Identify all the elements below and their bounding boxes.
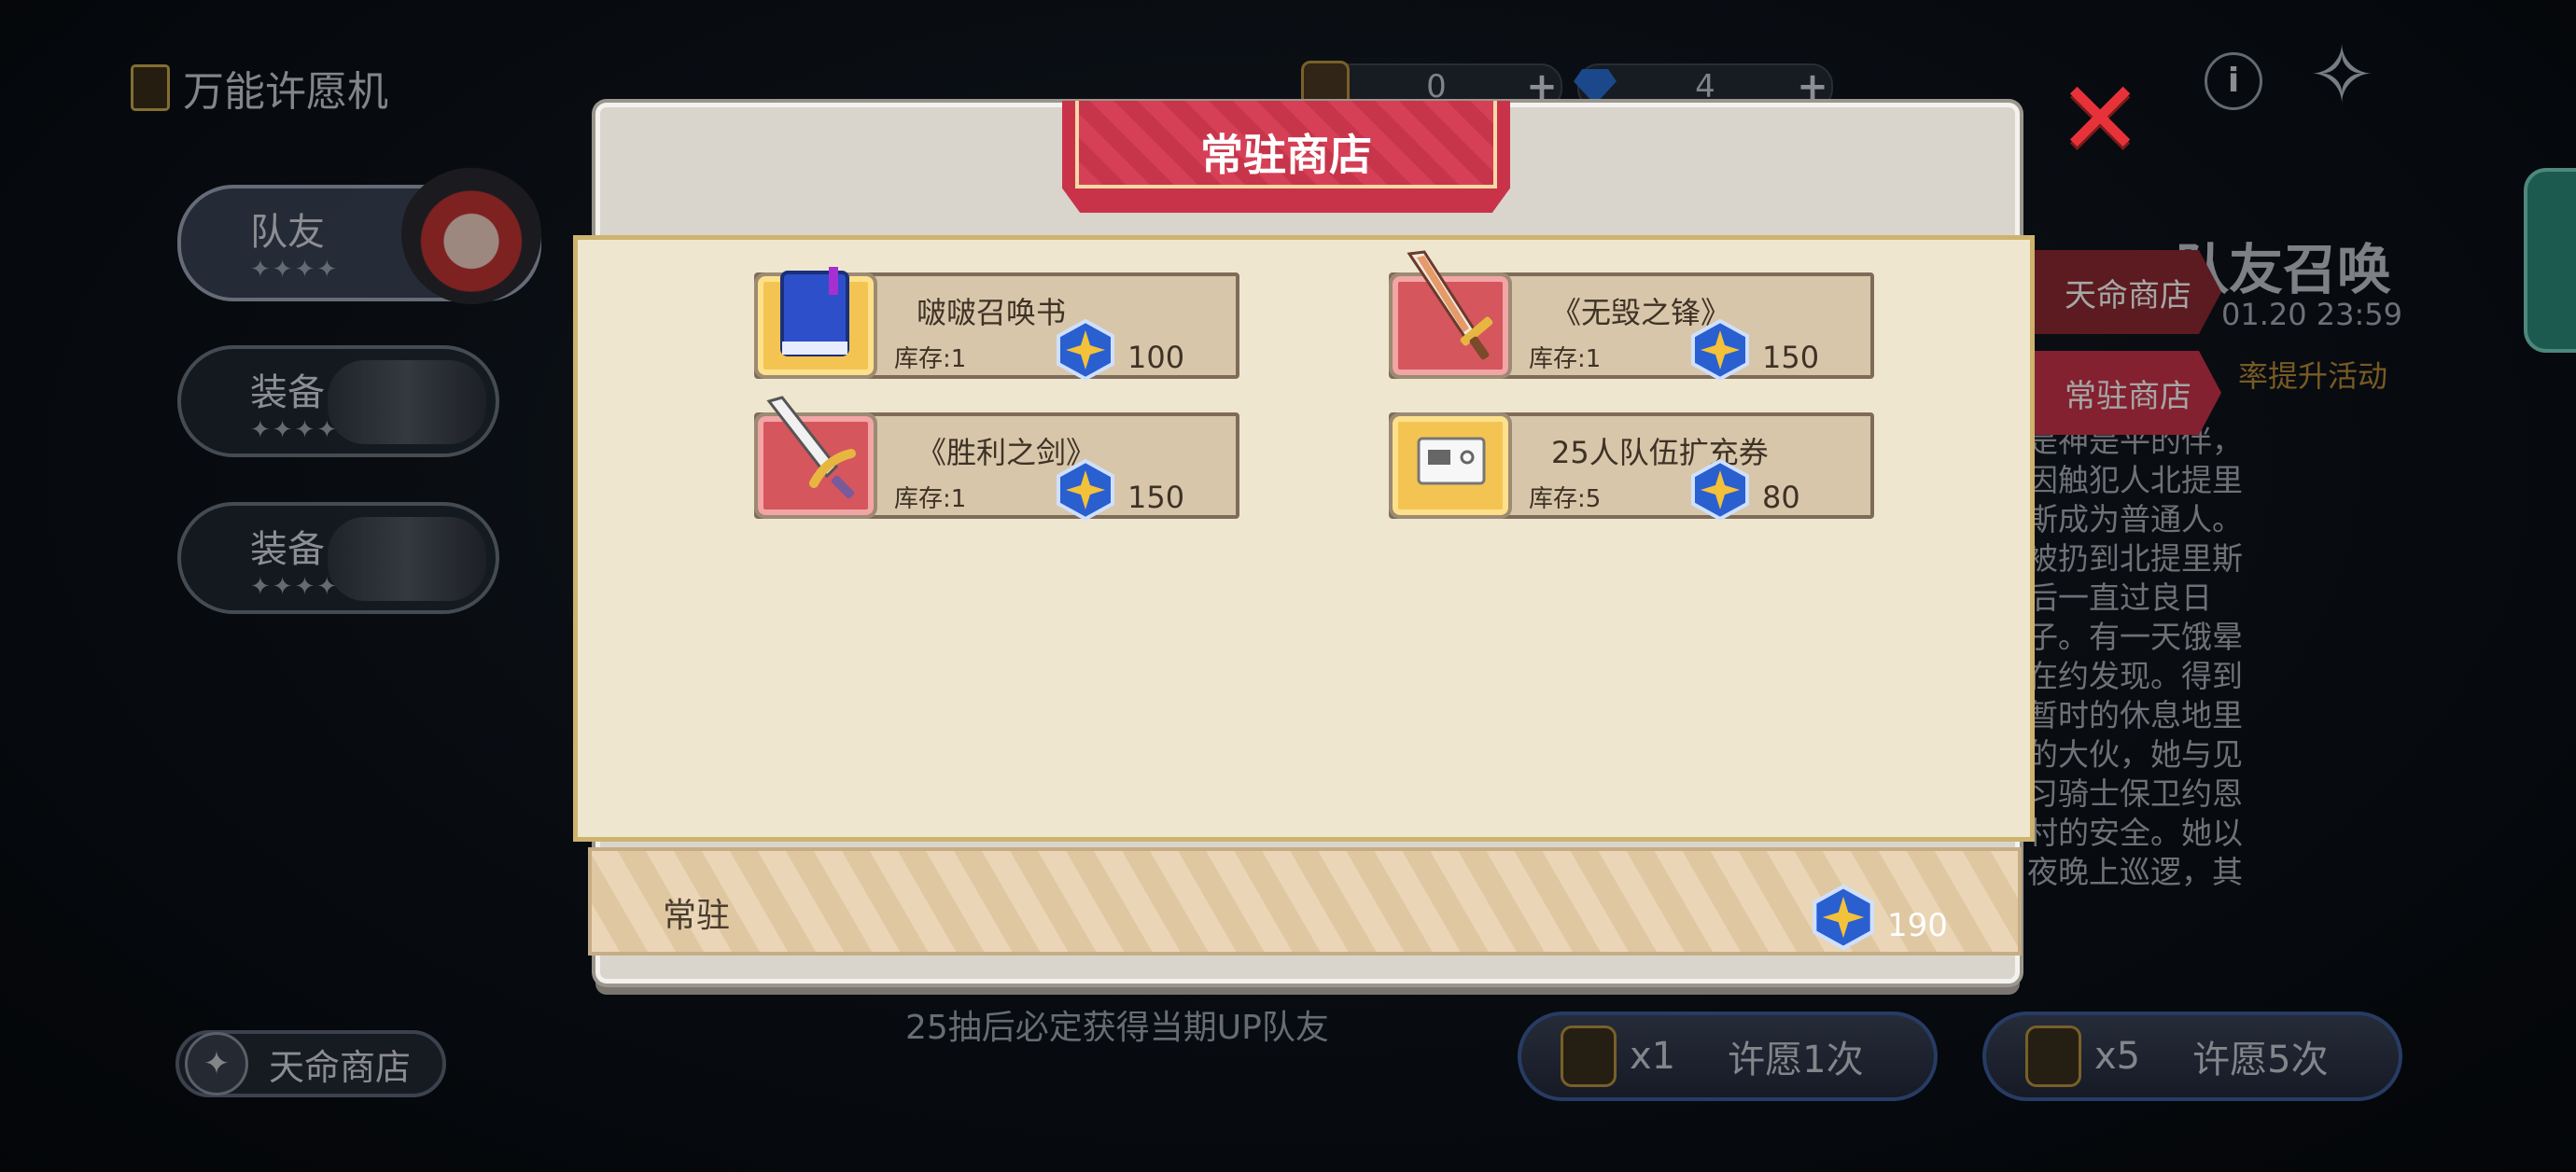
shop-category-label: 常驻 — [663, 897, 731, 935]
shop-item[interactable]: 《无毁之锋》 库存:1 150 — [1389, 250, 1874, 381]
shop-item[interactable]: 啵啵召唤书 库存:1 100 — [754, 267, 1239, 381]
shop-item[interactable]: 25人队伍扩充券 库存:5 80 — [1389, 412, 1874, 521]
sword-icon — [766, 396, 856, 499]
star-gem-icon — [1057, 459, 1114, 521]
close-button[interactable]: ✕ — [2057, 67, 2143, 170]
star-gem-icon — [1057, 319, 1114, 381]
ticket-icon — [1417, 437, 1486, 485]
star-gem-icon — [1691, 459, 1749, 521]
sword-icon — [1407, 250, 1493, 360]
shop-currency-balance: 190 — [1887, 907, 1948, 944]
shop-footer — [588, 847, 2022, 956]
star-gem-icon — [1691, 319, 1749, 381]
shop-title: 常驻商店 — [1200, 130, 1372, 180]
shop-item[interactable]: 《胜利之剑》 库存:1 150 — [754, 396, 1239, 521]
star-gem-icon — [1813, 885, 1874, 950]
book-icon — [780, 267, 849, 356]
shop-title-banner: 常驻商店 — [1062, 101, 1510, 220]
